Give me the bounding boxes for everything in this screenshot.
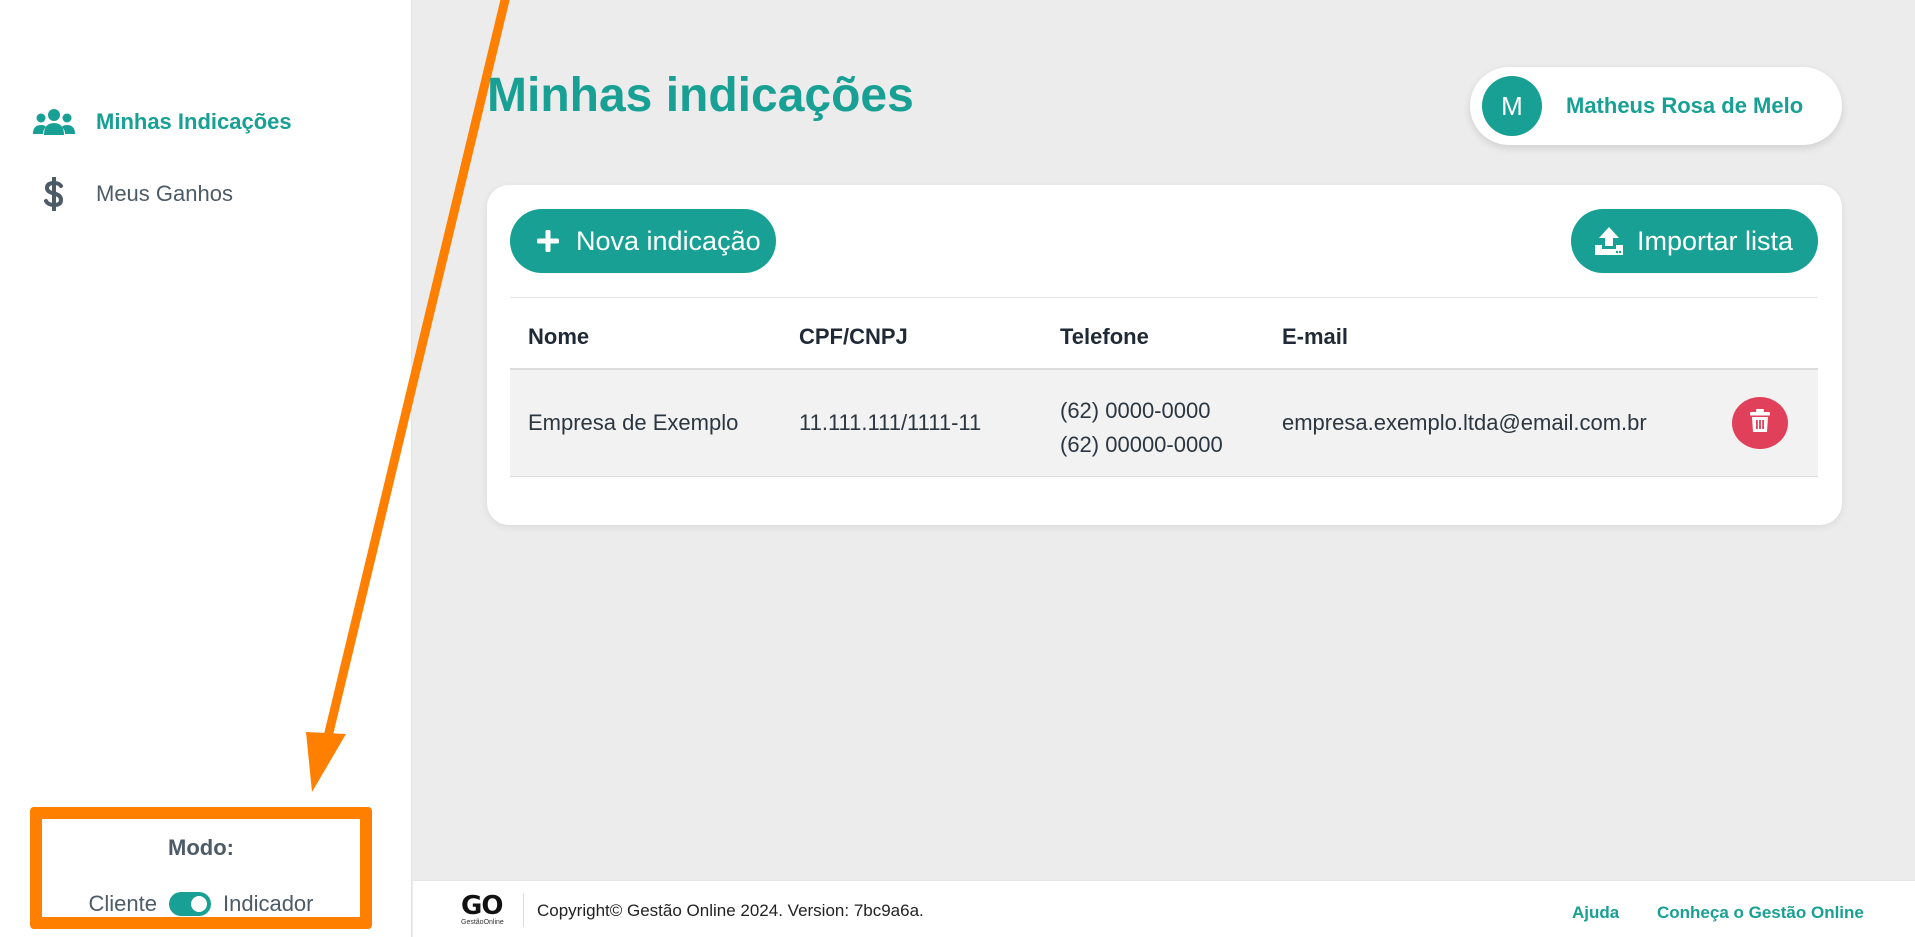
referrals-card: Nova indicação Importar lista Nome CPF/C…: [487, 185, 1842, 525]
mode-title: Modo:: [168, 835, 234, 860]
cell-phone: (62) 0000-0000 (62) 00000-0000: [1060, 394, 1223, 462]
user-menu[interactable]: M Matheus Rosa de Melo: [1470, 67, 1842, 145]
new-referral-label: Nova indicação: [576, 225, 761, 256]
cell-phone-2: (62) 00000-0000: [1060, 432, 1223, 457]
cell-name: Empresa de Exemplo: [528, 410, 739, 435]
cell-email: empresa.exemplo.ltda@email.com.br: [1282, 410, 1647, 435]
user-name: Matheus Rosa de Melo: [1566, 93, 1804, 118]
page-title: Minhas indicações: [487, 69, 914, 122]
import-list-label: Importar lista: [1637, 225, 1794, 256]
mode-right-label: Indicador: [222, 891, 314, 916]
users-icon: [32, 105, 76, 139]
mode-left-label: Cliente: [88, 891, 157, 916]
know-gestao-online-link[interactable]: Conheça o Gestão Online: [1657, 903, 1864, 923]
sidebar-item-minhas-indicacoes[interactable]: Minhas Indicações: [32, 105, 292, 139]
cell-phone-1: (62) 0000-0000: [1060, 398, 1211, 423]
gestao-online-logo: GO GestãoOnline: [461, 893, 507, 929]
delete-button[interactable]: [1732, 397, 1788, 449]
sidebar: Minhas Indicações Meus Ganhos Modo: Clie…: [0, 0, 412, 937]
help-link[interactable]: Ajuda: [1572, 903, 1619, 923]
trash-icon: [1749, 408, 1771, 438]
mode-switcher: Modo: Cliente Indicador: [30, 807, 372, 929]
footer-divider: [523, 893, 524, 927]
column-header-email: E-mail: [1282, 324, 1349, 349]
footer: GO GestãoOnline Copyright© Gestão Online…: [413, 880, 1915, 937]
sidebar-item-label: Meus Ganhos: [96, 181, 233, 206]
column-header-name: Nome: [528, 324, 590, 349]
copyright-text: Copyright© Gestão Online 2024. Version: …: [537, 901, 924, 920]
dollar-icon: [32, 177, 76, 211]
upload-icon: [1593, 225, 1625, 257]
mode-toggle-row: Cliente Indicador: [42, 891, 360, 917]
logo-subtext: GestãoOnline: [461, 919, 504, 926]
column-header-phone: Telefone: [1060, 324, 1149, 349]
column-header-document: CPF/CNPJ: [799, 324, 908, 349]
avatar: M: [1482, 76, 1542, 136]
logo-text: GO: [461, 891, 503, 921]
sidebar-item-meus-ganhos[interactable]: Meus Ganhos: [32, 177, 233, 211]
cell-document: 11.111.111/1111-11: [799, 410, 982, 435]
referrals-table: Nome CPF/CNPJ Telefone E-mail Empresa de…: [510, 297, 1818, 477]
table-header: Nome CPF/CNPJ Telefone E-mail: [510, 297, 1818, 370]
plus-icon: [532, 225, 564, 257]
new-referral-button[interactable]: Nova indicação: [510, 209, 776, 273]
import-list-button[interactable]: Importar lista: [1571, 209, 1818, 273]
sidebar-item-label: Minhas Indicações: [96, 109, 292, 134]
table-row: Empresa de Exemplo 11.111.111/1111-11 (6…: [510, 370, 1818, 477]
mode-toggle[interactable]: [168, 892, 211, 916]
